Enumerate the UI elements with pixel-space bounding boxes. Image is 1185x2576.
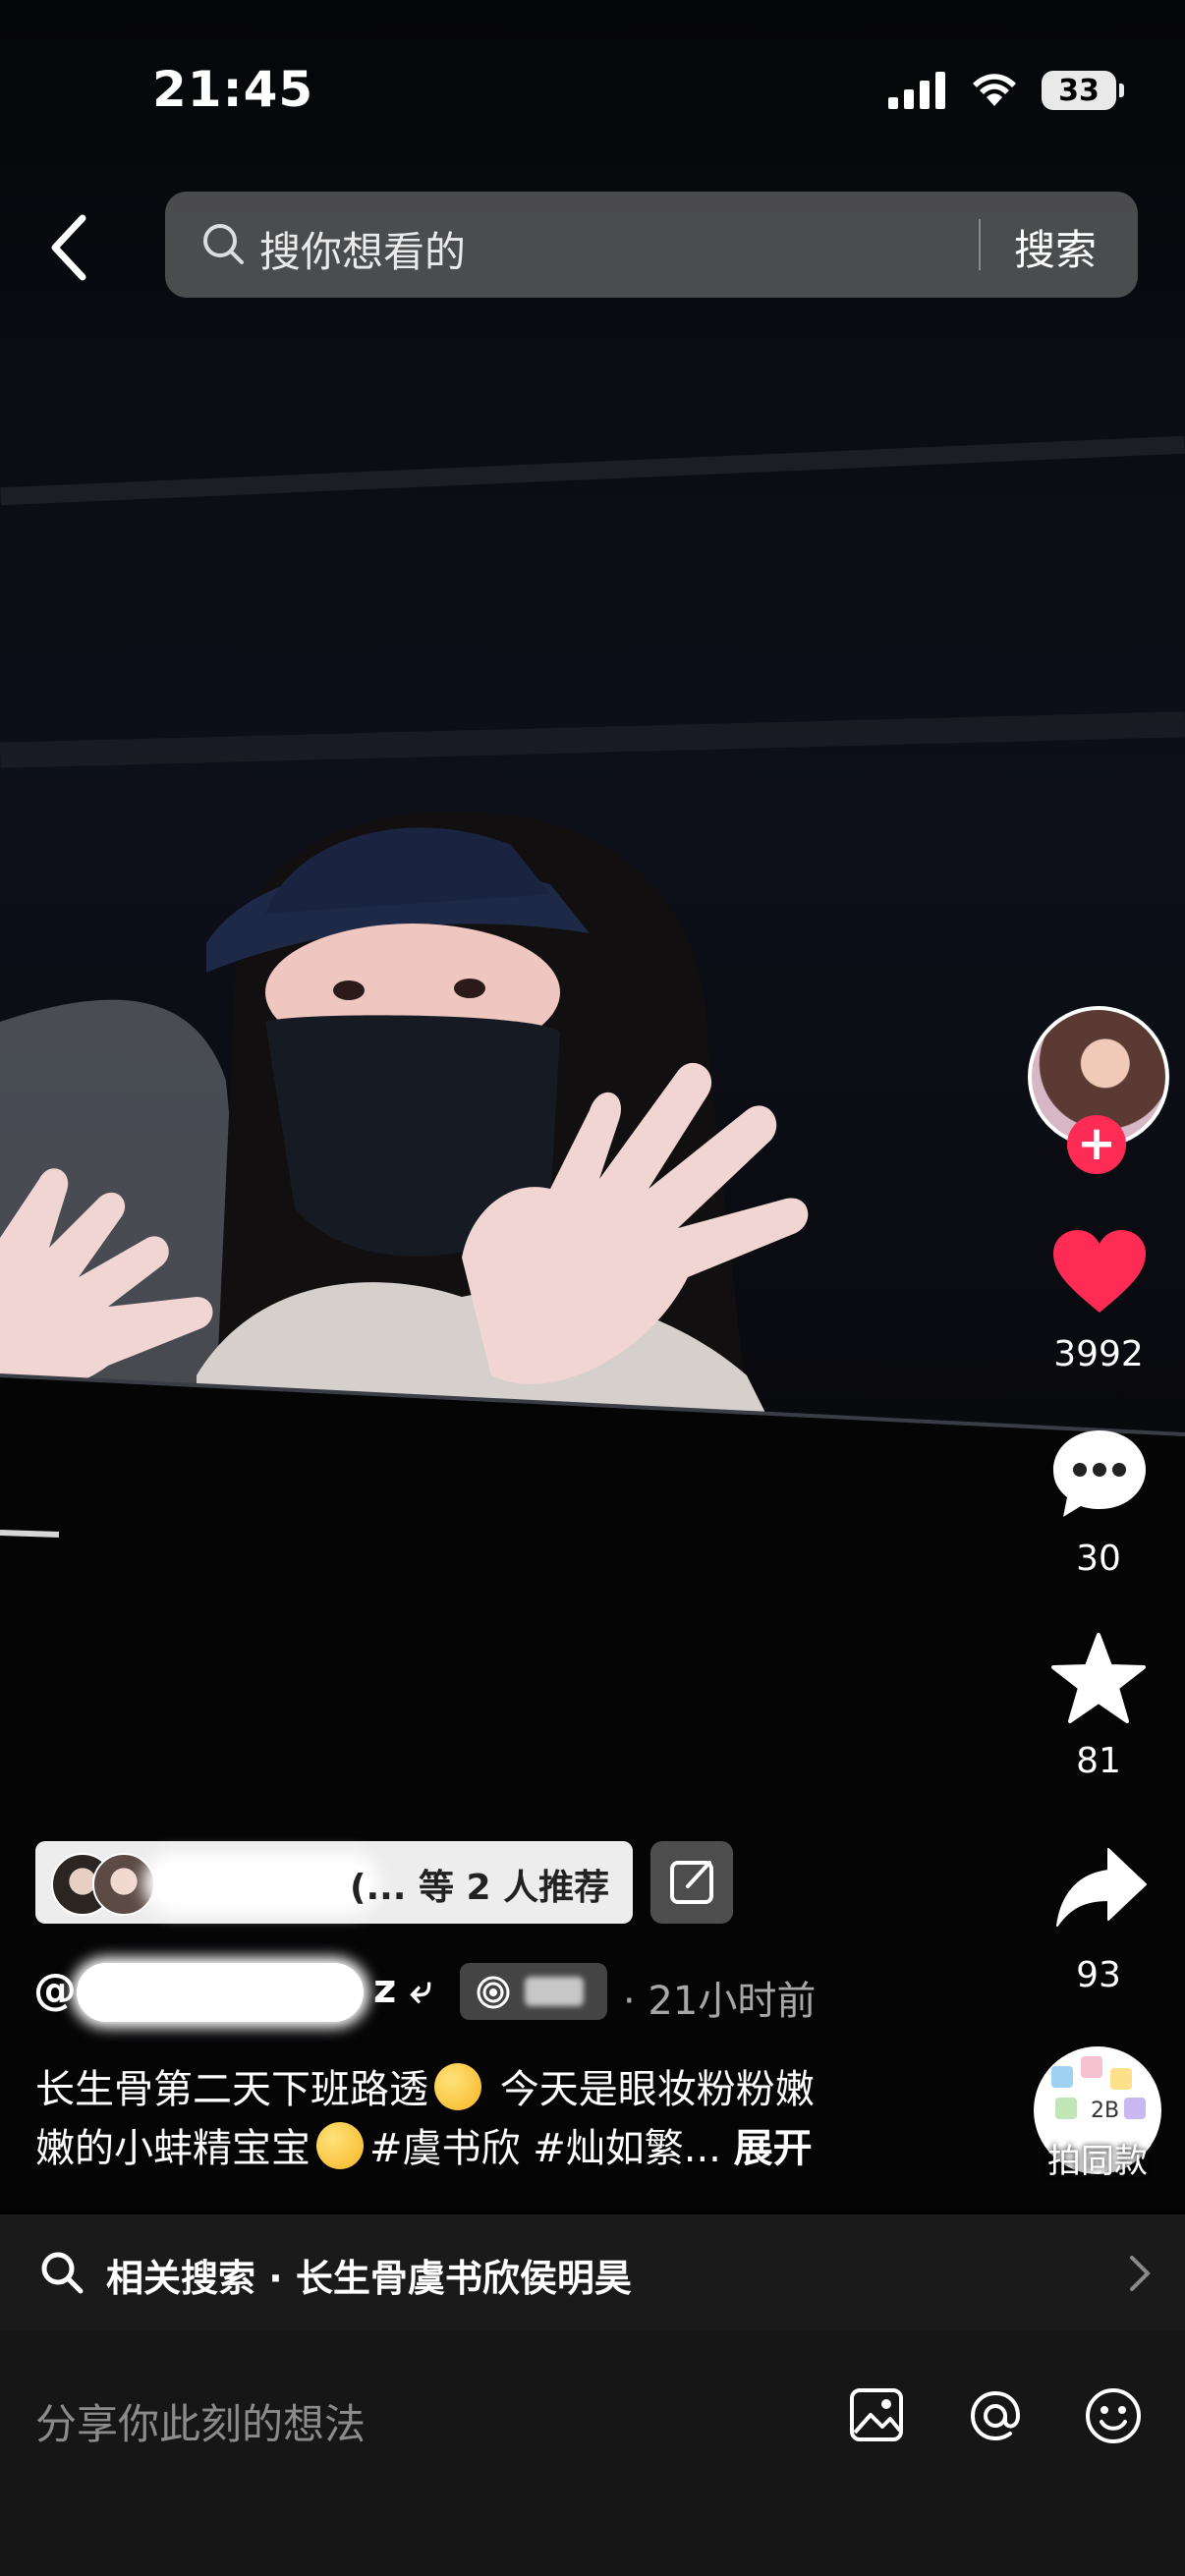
favorite-count: 81	[1076, 1741, 1121, 1781]
redacted-badge-text	[525, 1977, 584, 2006]
battery-indicator: 33	[1042, 71, 1124, 110]
comment-bubble-icon[interactable]	[1049, 1427, 1150, 1521]
follow-plus-button[interactable]: +	[1067, 1115, 1126, 1174]
image-icon[interactable]	[847, 2385, 906, 2444]
redacted-author-name[interactable]	[77, 1963, 364, 2022]
share-arrow-icon[interactable]	[1053, 1845, 1148, 1930]
recommender-avatar	[92, 1853, 155, 1916]
wifi-icon	[973, 74, 1016, 106]
caption-text: 嫩的小蚌精宝宝	[35, 2126, 310, 2171]
live-badge[interactable]	[460, 1963, 607, 2020]
author-name-tail[interactable]: z ⤶	[373, 1967, 432, 2012]
smiling-hearts-emoji-icon	[434, 2063, 481, 2110]
search-divider	[979, 219, 981, 270]
recommend-text: (... 等 2 人推荐	[350, 1868, 610, 1908]
comment-input-bar[interactable]: 分享你此刻的想法	[0, 2330, 1185, 2576]
pleading-face-emoji-icon	[316, 2122, 364, 2169]
comment-input[interactable]: 分享你此刻的想法	[35, 2391, 366, 2451]
post-time: · 21小时前	[623, 1979, 817, 2024]
search-button[interactable]: 搜索	[1014, 217, 1097, 277]
remix-label: 拍同款	[1047, 2142, 1148, 2181]
svg-text:2B: 2B	[1091, 2099, 1119, 2123]
share-count: 93	[1076, 1955, 1121, 1995]
related-search-bar[interactable]: 相关搜索 · 长生骨虞书欣侯明昊	[0, 2214, 1185, 2330]
caption-line-1: 长生骨第二天下班路透 今天是眼妆粉粉嫩	[35, 2061, 920, 2118]
search-input[interactable]: 搜你想看的	[259, 219, 466, 279]
search-icon	[41, 2252, 84, 2294]
comment-count: 30	[1076, 1539, 1121, 1579]
chevron-right-icon	[1130, 2256, 1151, 2291]
favorite-star-icon[interactable]	[1049, 1631, 1148, 1725]
status-icons: 33	[888, 71, 1124, 110]
live-ring-icon	[477, 1976, 510, 2009]
status-time: 21:45	[152, 61, 314, 118]
emoji-smile-icon[interactable]	[1083, 2385, 1144, 2446]
search-icon	[203, 224, 244, 264]
edit-pencil-icon	[670, 1861, 713, 1904]
caption-line-2: 嫩的小蚌精宝宝 #虞书欣 #灿如繁... 展开	[35, 2120, 920, 2177]
caption-text: 今天是眼妆粉粉嫩	[487, 2067, 815, 2112]
edit-note-button[interactable]	[650, 1841, 733, 1924]
like-count: 3992	[1053, 1334, 1144, 1374]
caption-hashtags[interactable]: #虞书欣 #灿如繁...	[369, 2126, 721, 2171]
related-search-label: 相关搜索 · 长生骨虞书欣侯明昊	[106, 2257, 632, 2300]
back-arrow-icon[interactable]	[41, 208, 100, 287]
like-heart-icon[interactable]	[1051, 1228, 1148, 1315]
caption-text: 长生骨第二天下班路透	[35, 2067, 428, 2112]
cellular-signal-icon	[888, 72, 945, 109]
mention-at-icon[interactable]	[965, 2385, 1026, 2446]
search-bar[interactable]: 搜你想看的 搜索	[165, 192, 1138, 298]
expand-caption-button[interactable]: 展开	[734, 2126, 813, 2171]
redacted-name	[153, 1863, 369, 1904]
author-at-symbol[interactable]: @	[33, 1965, 77, 2015]
recommended-by-chip[interactable]: (... 等 2 人推荐	[35, 1841, 633, 1924]
